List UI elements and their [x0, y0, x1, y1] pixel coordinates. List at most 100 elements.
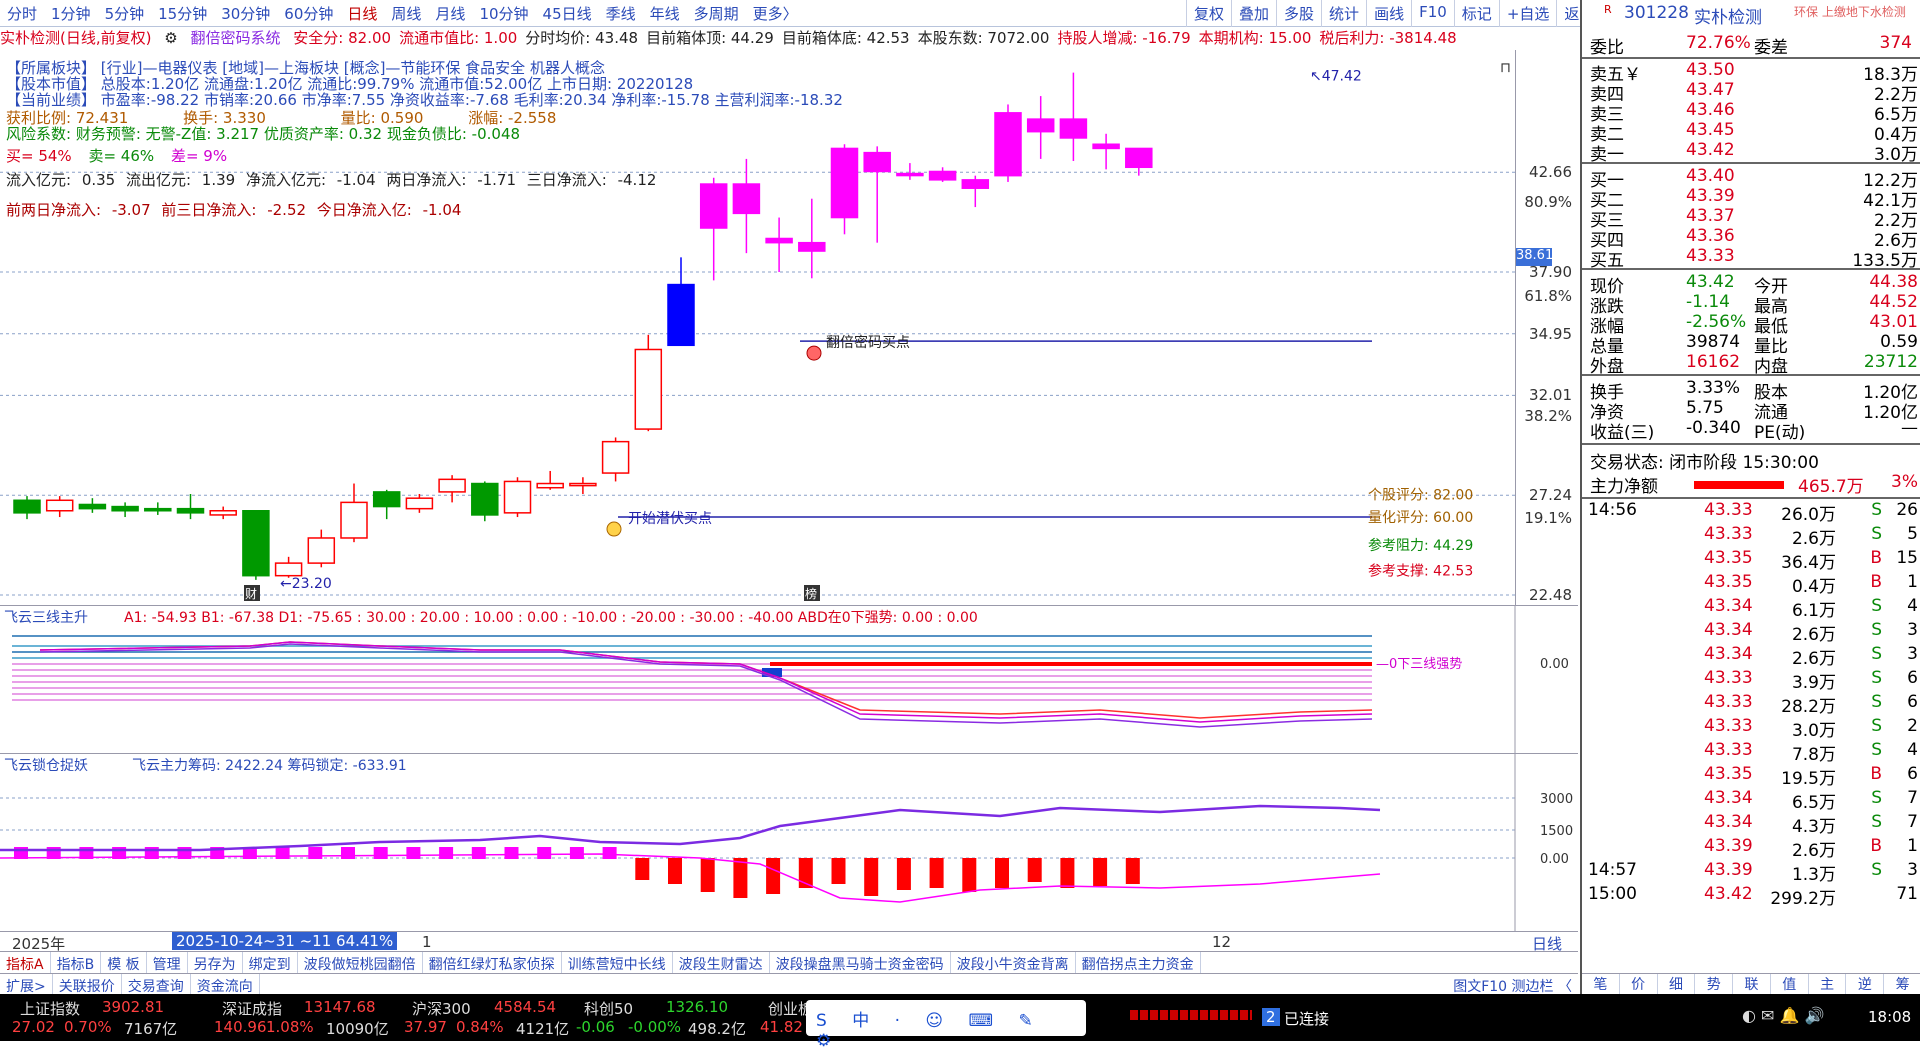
candle[interactable] [569, 477, 597, 494]
indicator-tab-2[interactable]: 模 板 [101, 952, 147, 973]
candle[interactable] [928, 167, 957, 182]
timeframe-10[interactable]: 45日线 [536, 3, 599, 24]
timeframe-11[interactable]: 季线 [599, 3, 643, 24]
candle[interactable] [601, 437, 630, 482]
indicator-tab-4[interactable]: 另存为 [188, 952, 243, 973]
candle[interactable] [503, 477, 532, 518]
tool-button-4[interactable]: 画线 [1366, 0, 1411, 27]
candle[interactable] [209, 506, 237, 520]
tool-button-0[interactable]: 复权 [1186, 0, 1231, 27]
index-0[interactable]: 上证指数 3902.81 27.02 0.70% 7167亿 [6, 994, 206, 1041]
latent-buy-label: 开始潜伏买点 [628, 511, 712, 527]
candle-body [13, 499, 41, 514]
stock-info-block: 【所属板块】 [行业]—电器仪表 [地域]—上海板块 [概念]—节能环保 食品安… [6, 60, 886, 218]
candle[interactable] [13, 496, 41, 520]
candle[interactable] [1125, 147, 1153, 176]
candle[interactable] [111, 502, 139, 518]
candle[interactable] [78, 498, 107, 513]
indicator-tab-12[interactable]: 翻倍拐点主力资金 [1076, 952, 1201, 973]
timeframe-9[interactable]: 10分钟 [472, 3, 535, 24]
right-tab-1[interactable]: 价 [1620, 974, 1658, 994]
right-tab-4[interactable]: 联 [1733, 974, 1771, 994]
right-tab-6[interactable]: 主 [1809, 974, 1847, 994]
tick-price: 43.33 [1704, 524, 1753, 544]
candle[interactable] [242, 510, 270, 580]
indicator-tab-5[interactable]: 绑定到 [243, 952, 298, 973]
ext-tab-1[interactable]: 关联报价 [53, 974, 122, 995]
candle[interactable] [144, 502, 172, 515]
candle[interactable] [340, 483, 368, 543]
ext-tab-3[interactable]: 资金流向 [191, 974, 260, 995]
tool-button-5[interactable]: F10 [1411, 0, 1454, 27]
right-tab-5[interactable]: 值 [1771, 974, 1809, 994]
indicator-panel-1[interactable]: 飞云三线主升 A1: -54.93 B1: -67.38 D1: -75.65 :… [0, 605, 1578, 753]
index-3[interactable]: 科创50 1326.10 -0.06 -0.00% 498.2亿 [570, 994, 770, 1041]
timeframe-1[interactable]: 1分钟 [44, 3, 98, 24]
ext-tab-0[interactable]: 扩展> [0, 974, 53, 995]
ext-tab-2[interactable]: 交易查询 [122, 974, 191, 995]
indicator-tab-0[interactable]: 指标A [0, 952, 51, 973]
tick-price: 43.35 [1704, 764, 1753, 784]
right-tab-2[interactable]: 细 [1658, 974, 1696, 994]
right-tab-3[interactable]: 势 [1695, 974, 1734, 994]
candle[interactable] [1026, 96, 1055, 159]
candle[interactable] [176, 494, 205, 520]
collapse-icon[interactable]: ⊓ [1500, 60, 1511, 76]
index-1[interactable]: 深证成指 13147.68 140.96 1.08% 10090亿 [208, 994, 408, 1041]
candle[interactable] [438, 475, 466, 503]
trade-status-row: 交易状态: 闭市阶段 15:30:00 [1582, 448, 1920, 473]
indicator-tab-10[interactable]: 波段操盘黑马骑士资金密码 [770, 952, 951, 973]
tool-button-1[interactable]: 叠加 [1231, 0, 1276, 27]
candle[interactable] [307, 529, 336, 568]
candle[interactable] [994, 104, 1022, 182]
timeframe-5[interactable]: 60分钟 [277, 3, 340, 24]
candle[interactable] [667, 257, 695, 347]
candle[interactable] [405, 494, 434, 513]
selected-range[interactable]: 2025-10-24~31 ~11 64.41% [172, 932, 398, 950]
timeframe-8[interactable]: 月线 [428, 3, 472, 24]
right-tab-0[interactable]: 笔 [1582, 974, 1620, 994]
timeframe-12[interactable]: 年线 [643, 3, 687, 24]
timeframe-4[interactable]: 30分钟 [214, 3, 277, 24]
timeframe-3[interactable]: 15分钟 [151, 3, 214, 24]
candle[interactable] [634, 334, 663, 432]
candle[interactable] [1059, 72, 1088, 161]
tool-button-3[interactable]: 统计 [1321, 0, 1366, 27]
timeframe-0[interactable]: 分时 [0, 3, 44, 24]
candle[interactable] [372, 489, 401, 520]
tool-button-6[interactable]: 标记 [1453, 0, 1499, 27]
tool-button-7[interactable]: +自选 [1498, 0, 1557, 27]
candle[interactable] [274, 556, 303, 578]
candle[interactable] [471, 481, 499, 522]
right-tab-8[interactable]: 筹 [1884, 974, 1920, 994]
candle[interactable] [765, 217, 793, 272]
ext-right[interactable]: 图文F10 测边栏 〈 [1447, 974, 1578, 995]
indicator-tab-3[interactable]: 管理 [147, 952, 188, 973]
timeframe-6[interactable]: 日线 [340, 3, 384, 24]
candle[interactable] [961, 175, 990, 208]
indicator-panel-2[interactable]: 飞云锁仓捉妖 飞云主力筹码: 2422.24 筹码锁定: -633.91 3000 1… [0, 753, 1578, 931]
timeframe-14[interactable]: 更多〉 [746, 3, 805, 24]
indicator-tab-7[interactable]: 翻倍红绿灯私家侦探 [423, 952, 562, 973]
indicator-tab-6[interactable]: 波段做短桃园翻倍 [298, 952, 423, 973]
timeframe-13[interactable]: 多周期 [687, 3, 746, 24]
timeframe-2[interactable]: 5分钟 [98, 3, 152, 24]
right-tab-7[interactable]: 逆 [1846, 974, 1885, 994]
candle[interactable] [896, 163, 924, 180]
settings-icon[interactable]: ⚙ [164, 29, 177, 47]
tool-button-2[interactable]: 多股 [1276, 0, 1321, 27]
indicator-tab-8[interactable]: 训练营短中长线 [562, 952, 673, 973]
timeframe-7[interactable]: 周线 [384, 3, 428, 24]
stock-code: 301228 [1624, 3, 1689, 23]
indicator-tab-11[interactable]: 波段小牛资金背离 [951, 952, 1076, 973]
sell-price: 43.45 [1686, 120, 1735, 140]
indicator-tab-9[interactable]: 波段生财雷达 [673, 952, 770, 973]
candle[interactable] [1092, 133, 1120, 170]
candle[interactable] [536, 470, 564, 490]
index-2[interactable]: 沪深300 4584.54 37.97 0.84% 4121亿 [398, 994, 598, 1041]
index-value: 3902.81 [102, 998, 165, 1016]
indicator-tab-1[interactable]: 指标B [51, 952, 102, 973]
candle[interactable] [45, 496, 74, 518]
ime-toolbar[interactable]: S 中 · ☺ ⌨ ✎ ⚙ [806, 1000, 1086, 1051]
current-price-tag: 38.61 [1516, 248, 1553, 267]
